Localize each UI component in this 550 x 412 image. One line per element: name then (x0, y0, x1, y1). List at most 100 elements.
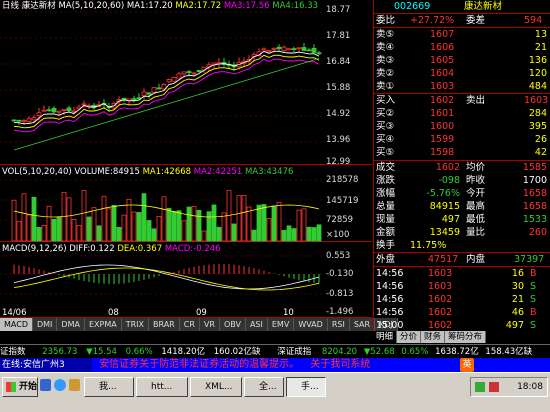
stat-value: 1700 (522, 175, 547, 186)
buy-level-row[interactable]: 买④ 1599 26 (374, 133, 550, 146)
sell-level-volume: 13 (534, 29, 547, 40)
volume-bar (316, 224, 322, 242)
sell-level-row[interactable]: 卖③ 1605 136 (374, 54, 550, 67)
browser-icon[interactable] (54, 379, 66, 391)
candle-body (51, 107, 57, 113)
tick-time: 14:56 (376, 294, 404, 305)
indicator-tab-trix[interactable]: TRIX (121, 318, 149, 331)
taskbar-app-3[interactable]: XML... (190, 377, 242, 397)
volume-bar (116, 226, 122, 242)
volume-bar (306, 226, 312, 242)
detail-tab[interactable]: 筹码分布 (445, 331, 487, 343)
buy-level-row[interactable]: 买② 1601 284 (374, 107, 550, 120)
sell-level-volume: 484 (528, 81, 547, 92)
candle-body (276, 46, 282, 50)
indicator-tab-dmi[interactable]: DMI (32, 318, 58, 331)
ticker-message[interactable]: 安信证券关于防范非法证券活动的温馨提示。 (99, 359, 299, 370)
detail-tab[interactable]: 财务 (421, 331, 446, 343)
start-button[interactable]: 开始 (2, 377, 38, 397)
indicator-tab-macd[interactable]: MACD (0, 318, 33, 331)
buy-level-row[interactable]: 买③ 1600 395 (374, 120, 550, 133)
taskbar-app-5[interactable]: 手... (286, 377, 326, 397)
volume-bar (216, 226, 222, 242)
sh-index-change: ▼15.54 (86, 347, 117, 357)
taskbar-app-2[interactable]: htt... (136, 377, 188, 397)
quote-panel: 002669 康达新材 委比 +27.72% 委差 594 卖⑤ 1607 13 卖④… (373, 0, 550, 331)
sell-level-volume: 21 (534, 42, 547, 53)
indicator-tab-asi[interactable]: ASI (245, 318, 268, 331)
stat-value: 1585 (522, 162, 547, 173)
ime-icon[interactable]: 英 (460, 358, 474, 372)
volume-bar (211, 204, 217, 242)
volume-bar (36, 226, 42, 242)
indicator-tab-vr[interactable]: VR (199, 318, 220, 331)
stat-label: 涨跌 (376, 175, 396, 186)
sh-index-amount: 1418.20亿 (161, 347, 206, 357)
ticker-message-2[interactable]: 关于我司系统 (310, 359, 370, 370)
vol-unit: ×100 (326, 230, 350, 240)
sell-level-row[interactable]: 卖⑤ 1607 13 (374, 28, 550, 41)
trade-tick-row[interactable]: 14:56 1602 21 S (374, 293, 550, 306)
tick-side: S (530, 294, 537, 305)
taskbar-app-4[interactable]: 全... (244, 377, 284, 397)
security-icon[interactable] (489, 382, 499, 392)
buy-level-row[interactable]: 买⑤ 1598 42 (374, 146, 550, 159)
stat-value: 1658 (522, 201, 547, 212)
diff-line (13, 264, 320, 290)
news-ticker[interactable]: 在线:安信广州3 安信证券关于防范非法证券活动的温馨提示。 关于我司系统 英 (0, 358, 550, 372)
volume-chart[interactable] (0, 166, 322, 242)
candle-body (186, 71, 192, 74)
quick-launch (40, 379, 80, 395)
taskbar-app-label: 全... (259, 382, 277, 392)
volume-bar (86, 216, 92, 242)
windows-logo-icon (6, 382, 16, 392)
desktop-icon[interactable] (40, 379, 52, 391)
trade-tick-row[interactable]: 14:56 1602 46 B (374, 306, 550, 319)
candle-body (56, 110, 62, 113)
sh-index-pct: 0.66% (125, 347, 153, 357)
indicator-tab-sar[interactable]: SAR (349, 318, 376, 331)
sz-index-pct: 0.65% (401, 347, 429, 357)
detail-tab[interactable]: 分价 (397, 331, 422, 343)
indicator-tab-obv[interactable]: OBV (219, 318, 246, 331)
volume-panel[interactable]: VOL(5,10,20,40) VOLUME:84915 MA1:42668 M… (0, 166, 372, 242)
indicator-tab-cr[interactable]: CR (179, 318, 200, 331)
volume-bar (261, 204, 267, 242)
folder-icon[interactable] (68, 379, 80, 391)
macd-tick: 0.553 (326, 251, 351, 261)
volume-bar (186, 206, 192, 242)
candle-body (31, 117, 37, 121)
trade-tick-row[interactable]: 14:56 1603 16 B (374, 267, 550, 280)
volume-bar (161, 196, 167, 242)
indicator-tab-rsi[interactable]: RSI (327, 318, 350, 331)
detail-tab[interactable]: 明细 (373, 331, 398, 343)
candlestick-chart[interactable] (0, 0, 322, 165)
buy-level-label: 买③ (376, 121, 395, 132)
indicator-tab-brar[interactable]: BRAR (148, 318, 180, 331)
taskbar-app-1[interactable]: 我... (84, 377, 134, 397)
trade-tick-row[interactable]: 14:56 1603 30 S (374, 280, 550, 293)
sell-level-row[interactable]: 卖② 1604 120 (374, 67, 550, 80)
stat-row: 总量 84915 最高 1658 (374, 200, 550, 213)
indicator-tab-wvad[interactable]: WVAD (294, 318, 328, 331)
indicator-tab-dma[interactable]: DMA (57, 318, 85, 331)
stat-label: 今开 (466, 188, 486, 199)
sell-level-label: 卖④ (376, 42, 395, 53)
buy-level-label: 买② (376, 108, 395, 119)
macd-panel[interactable]: MACD(9,12,26) DIFF:0.122 DEA:0.367 MACD:… (0, 243, 372, 318)
clock[interactable]: 18:08 (517, 382, 543, 392)
sell-level-row[interactable]: 卖④ 1606 21 (374, 41, 550, 54)
price-panel[interactable]: 日线 康达新材 MA(5,10,20,60) MA1:17.20 MA2:17.… (0, 0, 372, 167)
taskbar-app-label: 我... (99, 382, 117, 392)
macd-chart[interactable] (0, 243, 322, 318)
vol-tick: 218578 (326, 175, 359, 185)
volume-bar (266, 218, 272, 242)
sell-level-row[interactable]: 卖① 1603 484 (374, 80, 550, 93)
indicator-tab-emv[interactable]: EMV (267, 318, 295, 331)
indicator-tab-expma[interactable]: EXPMA (84, 318, 122, 331)
ma3-line (13, 58, 320, 133)
candle-body (296, 47, 302, 50)
tick-price: 1602 (428, 294, 453, 305)
candle-body (191, 72, 197, 75)
network-icon[interactable] (475, 382, 485, 392)
